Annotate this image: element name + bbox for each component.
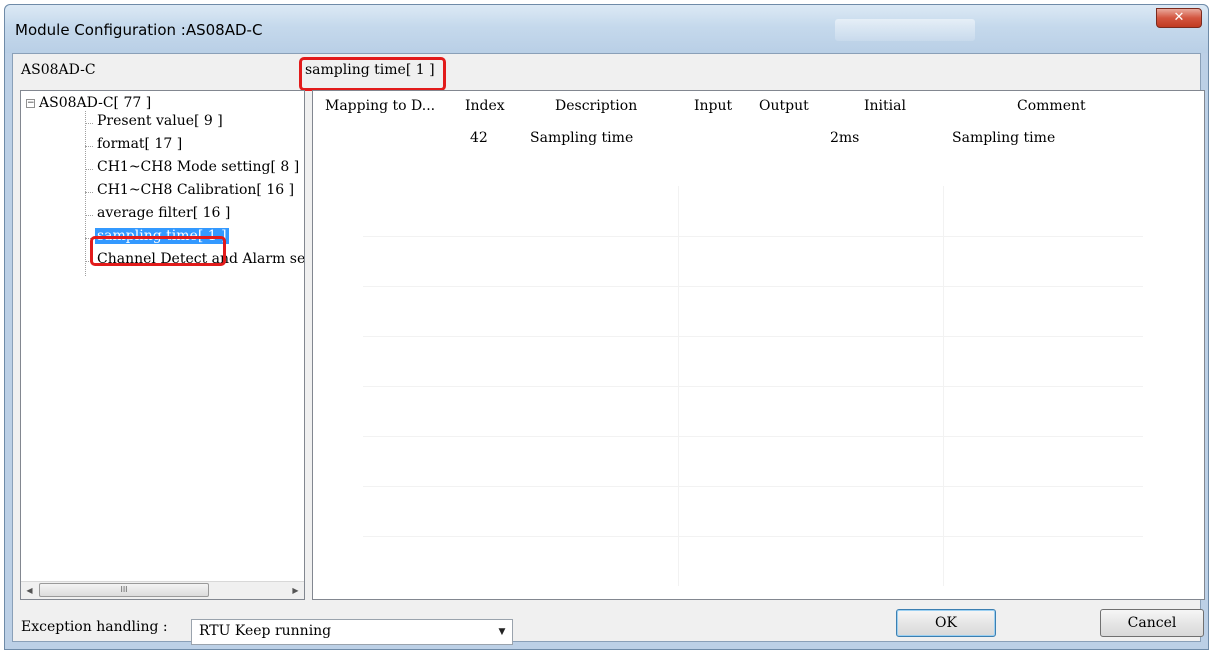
column-header-mapping[interactable]: Mapping to D... (325, 98, 435, 114)
grid-line (943, 186, 944, 586)
title-bar-glass (835, 19, 975, 41)
parameter-grid[interactable]: Mapping to D... Index Description Input … (312, 90, 1205, 600)
exception-handling-label: Exception handling : (21, 619, 168, 635)
cell-initial: 2ms (830, 130, 860, 146)
tree-root-node[interactable]: AS08AD-C[ 77 ] (39, 95, 151, 111)
cancel-button[interactable]: Cancel (1100, 609, 1204, 637)
exception-handling-select[interactable]: RTU Keep running ▼ (191, 619, 513, 645)
scroll-right-icon[interactable]: ▶ (287, 582, 304, 599)
tree-horizontal-scrollbar[interactable]: ◀ III ▶ (21, 581, 304, 599)
column-header-description[interactable]: Description (555, 98, 637, 114)
close-icon: ✕ (1173, 10, 1185, 25)
tree-item-label: Present value[ 9 ] (97, 113, 223, 129)
column-header-index[interactable]: Index (465, 98, 505, 114)
tree-selection-highlight (90, 236, 226, 266)
grid-header: Mapping to D... Index Description Input … (313, 91, 1204, 121)
column-header-input[interactable]: Input (694, 98, 732, 114)
module-configuration-window: Module Configuration :AS08AD-C ✕ AS08AD-… (4, 4, 1209, 650)
ok-button[interactable]: OK (896, 609, 996, 637)
tree-item-label: CH1~CH8 Calibration[ 16 ] (97, 182, 295, 198)
section-title-highlight (299, 57, 446, 91)
grid-line (363, 286, 1143, 287)
exception-handling-value: RTU Keep running (199, 623, 332, 639)
grid-line (363, 386, 1143, 387)
module-name-label: AS08AD-C (21, 62, 96, 78)
column-header-comment[interactable]: Comment (1017, 98, 1086, 114)
grid-line (363, 536, 1143, 537)
tree-item-label: format[ 17 ] (97, 136, 183, 152)
grid-line (678, 186, 679, 586)
tree-item-label: average filter[ 16 ] (97, 205, 231, 221)
scroll-left-icon[interactable]: ◀ (21, 582, 38, 599)
module-tree[interactable]: − AS08AD-C[ 77 ] Present value[ 9 ] form… (20, 90, 305, 600)
dropdown-arrow-icon[interactable]: ▼ (492, 620, 512, 644)
tree-item-label: CH1~CH8 Mode setting[ 8 ] (97, 159, 300, 175)
dialog-client-area: AS08AD-C sampling time[ 1 ] − AS08AD-C[ … (12, 53, 1205, 645)
close-button[interactable]: ✕ (1156, 8, 1202, 28)
grid-line (363, 336, 1143, 337)
grid-line (363, 236, 1143, 237)
cell-comment: Sampling time (952, 130, 1056, 146)
tree-connector (85, 111, 86, 276)
tree-collapse-icon[interactable]: − (26, 99, 35, 108)
cell-description: Sampling time (530, 130, 634, 146)
grid-line (363, 436, 1143, 437)
scroll-thumb[interactable]: III (39, 583, 209, 597)
cell-index: 42 (470, 130, 488, 146)
grid-line (363, 486, 1143, 487)
column-header-output[interactable]: Output (759, 98, 809, 114)
window-title: Module Configuration :AS08AD-C (15, 21, 263, 39)
column-header-initial[interactable]: Initial (864, 98, 906, 114)
title-bar[interactable]: Module Configuration :AS08AD-C (5, 5, 1208, 53)
